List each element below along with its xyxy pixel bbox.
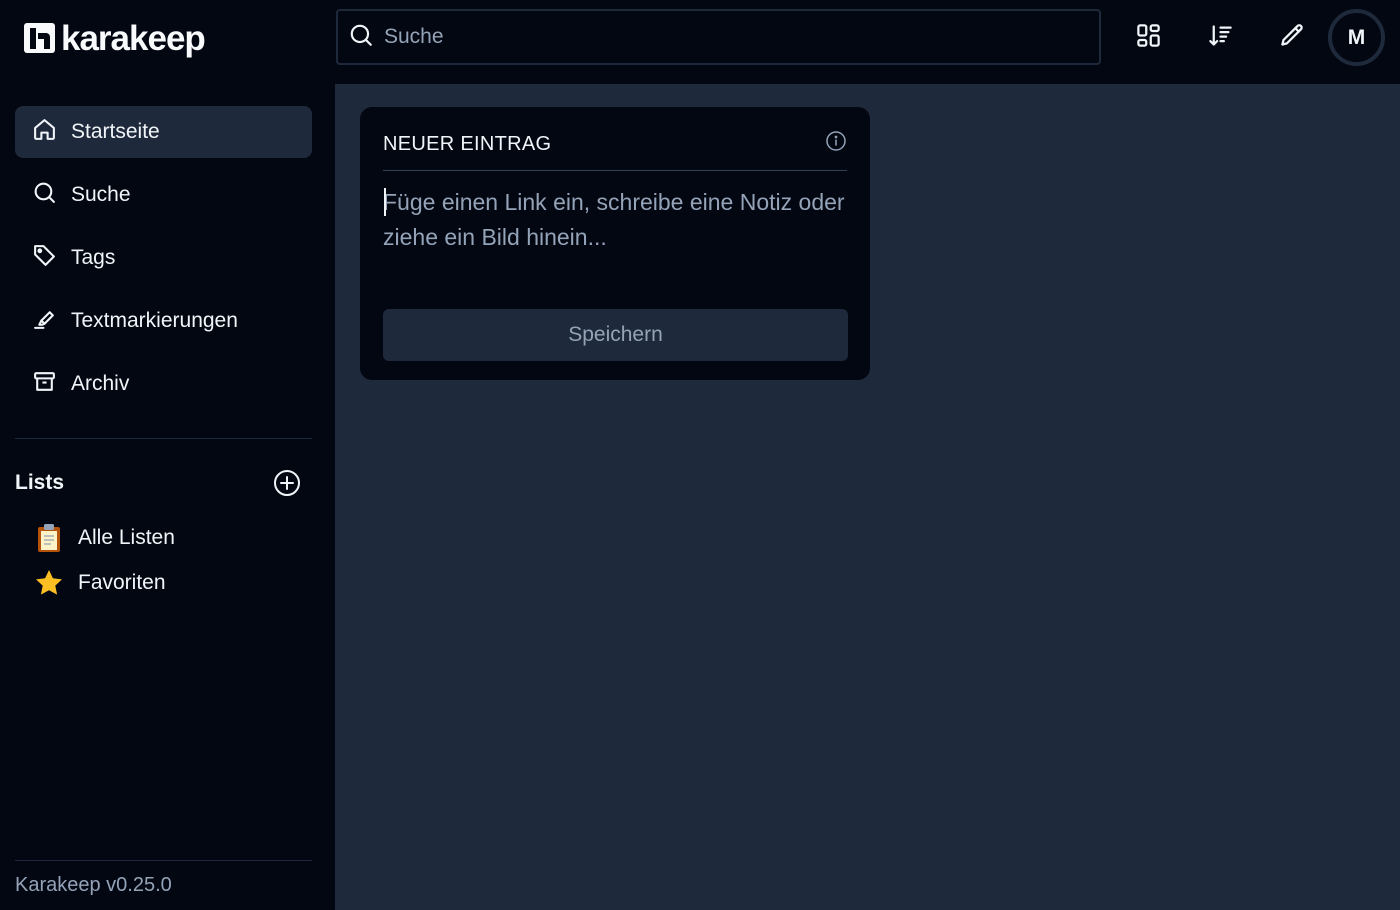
main-content: NEUER EINTRAG Speichern xyxy=(335,84,1400,910)
home-icon xyxy=(32,117,57,147)
karakeep-logo-icon xyxy=(23,21,57,55)
user-avatar[interactable]: M xyxy=(1328,9,1385,66)
star-icon xyxy=(34,568,64,598)
sidebar-item-startseite[interactable]: Startseite xyxy=(15,106,312,158)
sidebar-nav: Startseite Suche Tags Textmarkierungen A… xyxy=(15,106,312,421)
sidebar-item-label: Archiv xyxy=(71,372,130,395)
sidebar-footer-divider xyxy=(15,860,312,861)
add-list-button[interactable] xyxy=(272,468,302,498)
tag-icon xyxy=(32,243,57,273)
sidebar-divider xyxy=(15,438,312,439)
brand-name: karakeep xyxy=(61,18,206,58)
layout-grid-icon xyxy=(1135,22,1162,54)
brand-logo[interactable]: karakeep xyxy=(23,16,206,60)
new-entry-title: NEUER EINTRAG xyxy=(383,133,552,155)
plus-circle-icon xyxy=(274,470,300,496)
search-icon xyxy=(348,22,374,53)
list-item-label: Alle Listen xyxy=(78,526,175,549)
info-icon[interactable] xyxy=(825,130,847,152)
search-box[interactable] xyxy=(336,9,1101,65)
text-caret xyxy=(384,188,386,216)
new-entry-textarea[interactable] xyxy=(381,183,851,300)
highlighter-icon xyxy=(32,306,57,336)
search-input[interactable] xyxy=(384,11,1099,63)
sidebar-item-textmarkierungen[interactable]: Textmarkierungen xyxy=(15,295,312,347)
sort-descending-icon xyxy=(1207,22,1234,54)
app-version: Karakeep v0.25.0 xyxy=(15,874,172,896)
clipboard-icon xyxy=(34,523,64,553)
list-item-alle-listen[interactable]: Alle Listen xyxy=(34,520,294,556)
edit-mode-button[interactable] xyxy=(1272,18,1312,58)
list-item-favoriten[interactable]: Favoriten xyxy=(34,565,294,601)
new-entry-card: NEUER EINTRAG Speichern xyxy=(360,107,870,380)
sidebar: karakeep Startseite Suche Tags Textmarki… xyxy=(0,0,335,910)
sidebar-item-label: Startseite xyxy=(71,120,160,143)
lists-header: Lists xyxy=(15,466,302,500)
sidebar-item-tags[interactable]: Tags xyxy=(15,232,312,284)
sidebar-item-suche[interactable]: Suche xyxy=(15,169,312,221)
lists-title: Lists xyxy=(15,471,65,494)
sidebar-item-label: Suche xyxy=(71,183,131,206)
save-button[interactable]: Speichern xyxy=(383,309,848,361)
layout-toggle-button[interactable] xyxy=(1128,18,1168,58)
sort-button[interactable] xyxy=(1200,18,1240,58)
search-icon xyxy=(32,180,57,210)
app-root: karakeep Startseite Suche Tags Textmarki… xyxy=(0,0,1400,910)
sidebar-item-label: Tags xyxy=(71,246,116,269)
pencil-icon xyxy=(1279,22,1306,54)
sidebar-item-label: Textmarkierungen xyxy=(71,309,238,332)
list-item-label: Favoriten xyxy=(78,571,166,594)
archive-icon xyxy=(32,369,57,399)
card-divider xyxy=(383,170,847,171)
sidebar-item-archiv[interactable]: Archiv xyxy=(15,358,312,410)
